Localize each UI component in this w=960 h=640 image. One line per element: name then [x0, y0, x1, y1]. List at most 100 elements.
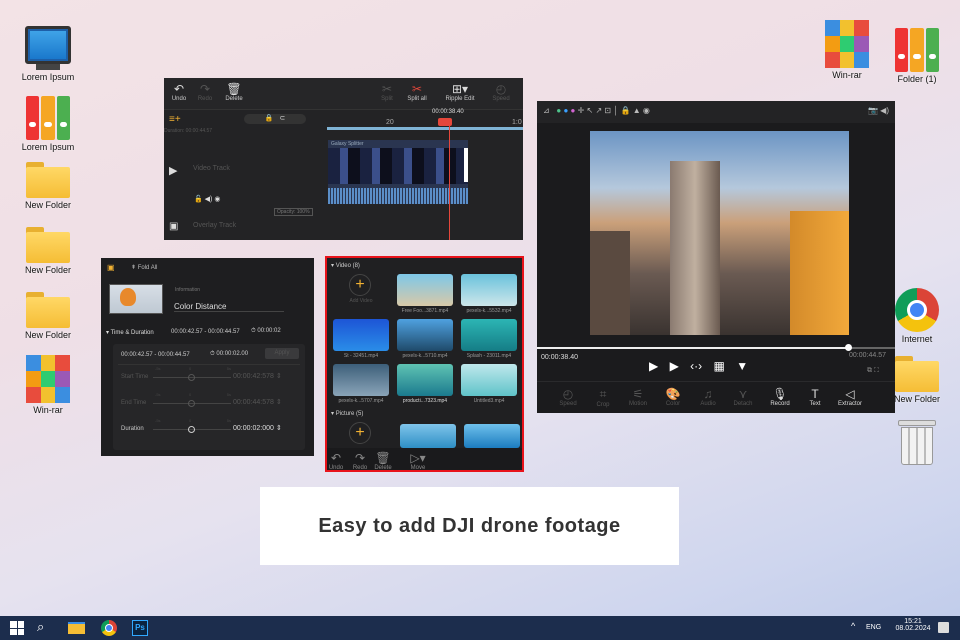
time-slider[interactable]: -5s 0 5s [153, 366, 231, 386]
eye-icon: ◉ [214, 196, 221, 203]
duration-short: ⏱ 00:00:02 [251, 328, 281, 334]
video-thumbnail[interactable] [333, 319, 389, 351]
playback-controls[interactable]: ▶ ▶ ‹·› ▦ ▼ [649, 359, 748, 373]
redo-icon: ↷ [199, 82, 211, 96]
prev-next-icon: ‹·› [690, 359, 703, 373]
file-explorer-icon[interactable] [68, 622, 85, 634]
tool-crop-button[interactable]: ⌗ Crop [586, 387, 620, 408]
video-thumbnail[interactable] [397, 364, 453, 396]
add-track-icon[interactable]: ≡+ [169, 114, 181, 125]
clip-title[interactable]: Color Distance [174, 302, 284, 312]
speed-button[interactable]: ◴ Speed [486, 82, 516, 102]
desktop-icon-winrar[interactable]: Win-rar [13, 355, 83, 415]
video-clip[interactable]: Galaxy Splitter [328, 140, 468, 204]
overlay-track-label: Overlay Track [193, 222, 237, 229]
progress-knob[interactable] [845, 344, 853, 351]
trash-icon: 🗑 [226, 82, 242, 96]
split-button[interactable]: ✂ Split [372, 82, 402, 102]
desktop-icon-folder-1[interactable]: New Folder [13, 162, 83, 210]
chrome-icon [895, 288, 939, 332]
ripple-edit-icon: ⊞▾ [451, 82, 469, 96]
video-filename: St - 32451.mp4 [343, 353, 379, 359]
track-controls[interactable]: 🔓 ◀) ◉ [194, 195, 220, 203]
add-video-button[interactable]: + [349, 274, 371, 296]
player-toolbar[interactable]: ⊿ ● ● ● ✛ ↖ ↗ ⊡ │ 🔒 ▲ ◉ 📷 ◀) [537, 101, 895, 123]
playhead-time: 00:00:38.40 [432, 109, 464, 115]
video-filename: producti...7323.mp4 [402, 398, 448, 404]
duration-label: Duration: 00:00:44.57 [164, 128, 213, 134]
scissors-icon: ✂ [381, 82, 393, 96]
playhead-line[interactable] [449, 122, 450, 240]
folder-icon [895, 356, 939, 392]
recycle-bin-icon[interactable] [898, 420, 936, 466]
video-thumbnail[interactable] [461, 364, 517, 396]
tool-text-button[interactable]: T Text [798, 387, 832, 407]
tool-record-button[interactable]: 🎙 Record [763, 387, 797, 407]
video-thumbnail[interactable] [397, 319, 453, 351]
opacity-field[interactable]: Opacity: 100% [274, 208, 313, 216]
tool-audio-button[interactable]: ♫ Audio [691, 387, 725, 407]
picture-thumbnail[interactable] [400, 424, 456, 448]
desktop-icon-folder-binders[interactable]: Folder (1) [882, 28, 952, 84]
fold-all-button[interactable]: ⇞ Fold All [131, 264, 157, 271]
picture-thumbnail[interactable] [464, 424, 520, 448]
ruler[interactable] [327, 127, 523, 130]
split-all-button[interactable]: ✂ Split all [402, 82, 432, 102]
trim-handle[interactable] [464, 148, 468, 182]
apply-button[interactable]: Apply [265, 348, 299, 359]
current-time: 00:00:38.40 [541, 354, 578, 361]
video-thumbnail[interactable] [333, 364, 389, 396]
time-stepper[interactable]: 00:00:44:578 ⇕ [233, 398, 293, 406]
tool-motion-button[interactable]: ⚟ Motion [621, 387, 655, 407]
add-picture-button[interactable]: + [349, 422, 371, 444]
video-filename: pexels-k...5710.mp4 [402, 353, 448, 359]
record-icon: 🎙 [772, 387, 788, 401]
inspector-panel: ▣ ⇞ Fold All Information Color Distance … [101, 258, 314, 456]
desktop-icon-computer[interactable]: Lorem Ipsum [13, 26, 83, 82]
clock[interactable]: 15:21 08.02.2024 [888, 618, 938, 632]
magnet-icon: ⊂ [279, 115, 286, 122]
time-duration-section[interactable]: ▾ Time & Duration [106, 329, 154, 336]
video-thumbnail[interactable] [461, 274, 517, 306]
language-indicator[interactable]: ENG [866, 624, 881, 631]
desktop-icon-winrar-right[interactable]: Win-rar [812, 20, 882, 80]
monitor-icon [25, 26, 71, 64]
video-thumbnail[interactable] [397, 274, 453, 306]
tool-extractor-button[interactable]: ◁ Extractor [833, 387, 867, 407]
video-thumbnail[interactable] [461, 319, 517, 351]
delete-button[interactable]: 🗑 Delete [219, 82, 249, 102]
start-button[interactable] [10, 621, 24, 635]
video-section-header[interactable]: ▾ Video (8) [331, 262, 360, 269]
ripple-edit-button[interactable]: ⊞▾ Ripple Edit [442, 82, 478, 102]
tray-chevron-icon[interactable]: ^ [851, 621, 855, 631]
media-delete-button[interactable]: 🗑 Delete [368, 451, 398, 471]
tool-speed-button[interactable]: ◴ Speed [551, 387, 585, 407]
binders-icon [26, 96, 70, 140]
desktop-icon-folder-3[interactable]: New Folder [13, 292, 83, 340]
time-slider[interactable]: -5s 0 5s [153, 418, 231, 438]
move-button[interactable]: ▷▾ Move [403, 451, 433, 471]
redo-button[interactable]: ↷ Redo [190, 82, 220, 102]
audio-icon: ♫ [703, 387, 713, 401]
search-icon[interactable]: ⌕ [37, 619, 44, 635]
photoshop-icon[interactable]: Ps [132, 620, 148, 636]
folder-icon [26, 162, 70, 198]
speed-icon: ◴ [562, 387, 574, 401]
progress-track[interactable] [537, 347, 895, 349]
motion-icon: ⚟ [632, 387, 644, 401]
export-icon: ▼ [736, 359, 749, 373]
audio-waveform [328, 188, 468, 204]
time-stepper[interactable]: 00:00:02:000 ⇕ [233, 424, 293, 432]
time-slider[interactable]: -5s 0 5s [153, 392, 231, 412]
desktop-icon-folder-2[interactable]: New Folder [13, 227, 83, 275]
time-stepper[interactable]: 00:00:42:578 ⇕ [233, 372, 293, 380]
notifications-icon[interactable] [938, 622, 949, 633]
desktop-icon-binders[interactable]: Lorem Ipsum [13, 96, 83, 152]
window-controls[interactable]: ⧉ ⛶ [867, 367, 879, 375]
volume-icon: ◀) [204, 196, 213, 203]
chrome-taskbar-icon[interactable] [101, 620, 117, 636]
lock-magnet-toggle[interactable]: 🔒 ⊂ [244, 114, 306, 124]
picture-section-header[interactable]: ▾ Picture (5) [331, 410, 363, 417]
tool-color-button[interactable]: 🎨 Color [656, 387, 690, 407]
tool-detach-button[interactable]: ⋎ Detach [726, 387, 760, 407]
